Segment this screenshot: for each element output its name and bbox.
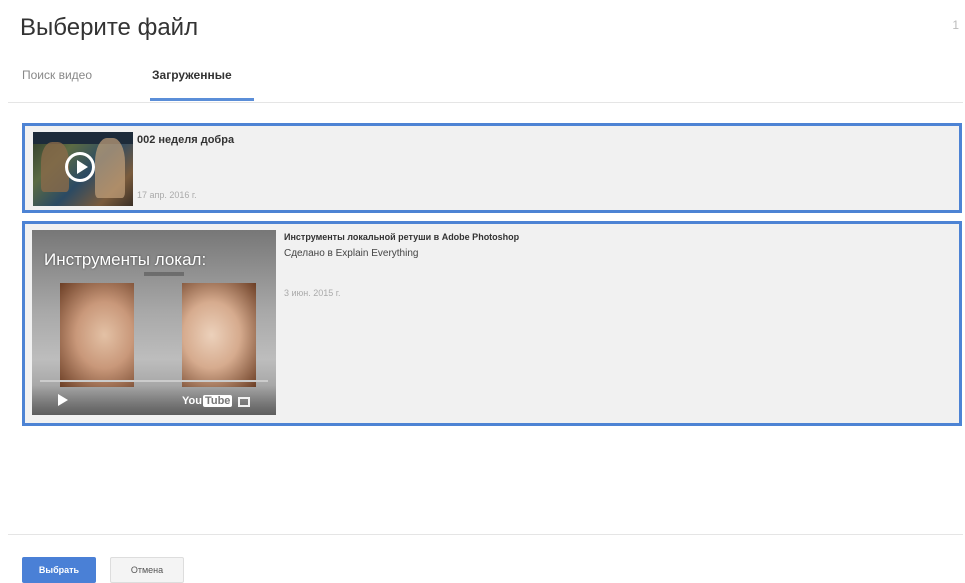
divider bbox=[8, 534, 963, 535]
player-controls: You Tube bbox=[32, 385, 276, 415]
tab-uploaded[interactable]: Загруженные bbox=[152, 68, 232, 94]
video-thumbnail bbox=[33, 132, 133, 206]
video-item[interactable]: 002 неделя добра 17 апр. 2016 г. bbox=[22, 123, 962, 213]
face-image bbox=[60, 283, 134, 387]
active-tab-indicator bbox=[150, 98, 254, 101]
play-icon[interactable] bbox=[58, 394, 68, 406]
close-icon[interactable]: 1 bbox=[952, 18, 959, 32]
play-icon bbox=[65, 152, 95, 182]
tab-bar: Поиск видео Загруженные bbox=[0, 56, 965, 102]
select-button[interactable]: Выбрать bbox=[22, 557, 96, 583]
video-title: Инструменты локальной ретуши в Adobe Pho… bbox=[284, 232, 520, 242]
video-date: 3 июн. 2015 г. bbox=[284, 288, 341, 298]
video-thumbnail: Инструменты локал: You Tube bbox=[32, 230, 276, 415]
cancel-button[interactable]: Отмена bbox=[110, 557, 184, 583]
video-title: 002 неделя добра bbox=[137, 134, 235, 146]
video-subtitle: Сделано в Explain Everything bbox=[284, 248, 419, 259]
video-date: 17 апр. 2016 г. bbox=[137, 190, 197, 200]
video-item[interactable]: Инструменты локал: You Tube Инструменты л… bbox=[22, 221, 962, 426]
face-image bbox=[182, 283, 256, 387]
divider bbox=[8, 102, 963, 103]
dialog-title: Выберите файл bbox=[20, 14, 199, 41]
player-progress-track[interactable] bbox=[40, 380, 268, 382]
tab-video-search[interactable]: Поиск видео bbox=[22, 68, 92, 94]
youtube-logo-icon[interactable]: You Tube bbox=[182, 395, 233, 407]
thumbnail-title: Инструменты локал: bbox=[44, 250, 207, 269]
fullscreen-icon[interactable] bbox=[238, 397, 250, 407]
